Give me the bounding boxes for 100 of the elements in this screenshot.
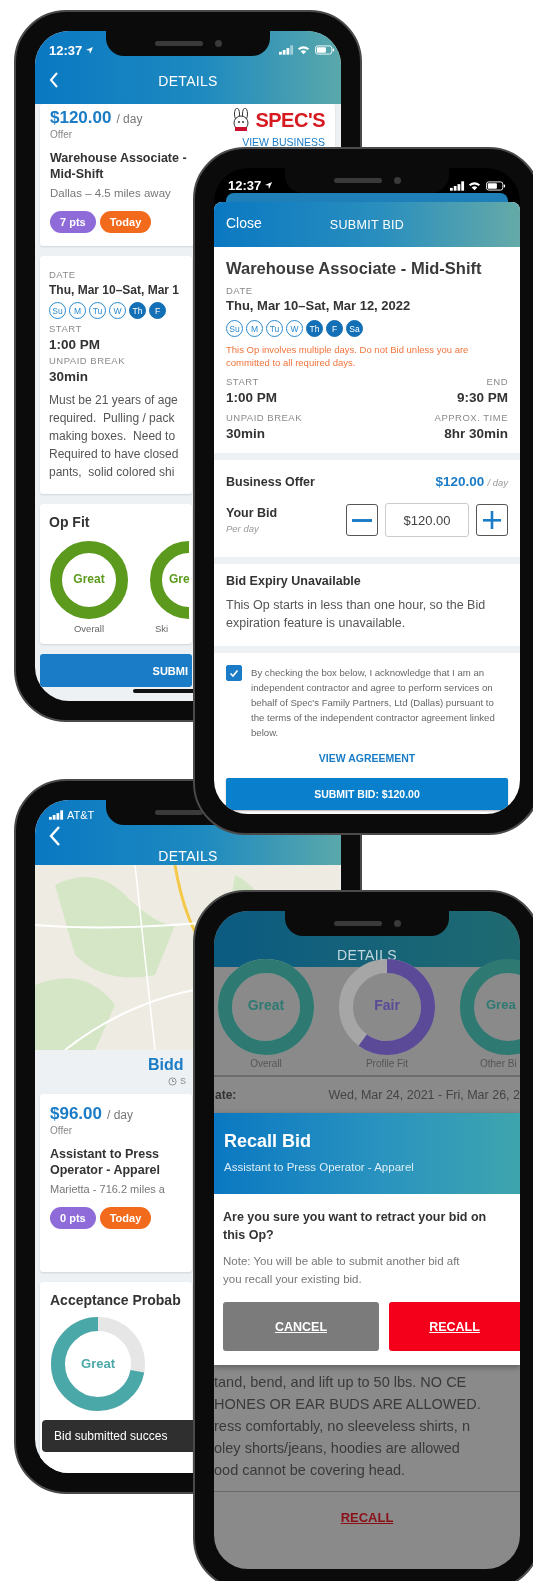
view-business-link[interactable]: VIEW BUSINESS [242, 136, 325, 148]
weekday-indicator: M [69, 302, 86, 319]
status-time: 12:37 [228, 178, 262, 193]
rating-text: Fair [373, 997, 401, 1013]
view-agreement-link[interactable]: VIEW AGREEMENT [226, 752, 508, 764]
rating-text: Great [246, 997, 286, 1013]
increase-button[interactable] [476, 504, 508, 536]
weekday-indicator: Th [129, 302, 146, 319]
weekday-indicator: Th [306, 320, 323, 337]
recall-link[interactable]: RECALL [340, 1509, 394, 1525]
description-line: tand, bend, and lift up to 50 lbs. NO CE [214, 1373, 468, 1392]
tag: 0 pts [50, 1207, 96, 1229]
section-title: Bid Expiry Unavailable [226, 574, 362, 588]
start-time: 1:00 PM [226, 390, 278, 405]
agreement-text: By checking the box below, I acknowledge that I am an independent contractor and agree to perform services on behalf of Spec's Family Partners, Ltd (Dallas) pursuant to the terms of the independent contractor agreement linked below. [251, 666, 496, 740]
description-line: HONES OR EAR BUDS ARE ALLOWED. [214, 1395, 482, 1414]
job-title: Warehouse Associate - Mid-Shift [50, 150, 188, 182]
date-range: Wed, Mar 24, 2021 - Fri, Mar 26, 2 [328, 1088, 520, 1102]
warning-text: This Op involves multiple days. Do not Bid unless you are committed to all required days. [226, 343, 470, 369]
break-duration: 30min [49, 369, 90, 384]
battery-icon [486, 180, 506, 191]
section-title: Acceptance Probab [50, 1292, 182, 1308]
description-line: oley shorts/jeans, hoodies are allowed [214, 1439, 461, 1458]
dialog-subtitle: Assistant to Press Operator - Apparel [224, 1161, 415, 1173]
start-label: START [49, 323, 83, 334]
back-icon[interactable] [49, 72, 59, 88]
offer-price: $120.00 [50, 108, 112, 128]
submit-button[interactable]: SUBMI [40, 654, 192, 687]
start-label: START [226, 376, 259, 387]
back-icon[interactable] [49, 826, 61, 846]
bid-input[interactable]: $120.00 [385, 503, 469, 537]
description-line: Required to have closed [49, 446, 180, 463]
close-button[interactable]: Close [226, 215, 262, 231]
rating-text: Great [80, 1356, 116, 1371]
weekday-indicator: F [149, 302, 166, 319]
weekday-indicator: W [286, 320, 303, 337]
offer-label: Business Offer [226, 474, 315, 489]
expiry-message: This Op starts in less than one hour, so the Bid expiration feature is unavailable. [226, 597, 487, 632]
end-label: END [486, 376, 508, 387]
start-time: 1:00 PM [49, 337, 102, 352]
signal-icon [279, 45, 294, 55]
offer-label: Offer [50, 1125, 74, 1136]
clock-icon [168, 1076, 177, 1086]
decrease-button[interactable] [346, 504, 378, 536]
offer-label: Offer [50, 129, 74, 140]
weekday-indicator: Su [226, 320, 243, 337]
carrier-name: AT&T [67, 809, 95, 821]
date-label: DATE [226, 285, 254, 296]
dialog-note: Note: You will be able to submit another bid aft [223, 1254, 461, 1269]
bid-unit: Per day [226, 523, 260, 534]
break-label: UNPAID BREAK [226, 412, 303, 423]
wifi-icon [468, 180, 481, 191]
end-time: 9:30 PM [456, 390, 508, 405]
offer-price: $96.00 [50, 1104, 102, 1124]
dialog-question: Are you sure you want to retract your bid on this Op? [223, 1209, 488, 1244]
status-note: S [180, 1076, 186, 1086]
agreement-checkbox[interactable] [226, 665, 242, 681]
weekday-indicator: M [246, 320, 263, 337]
job-title: Warehouse Associate - Mid-Shift [226, 259, 483, 278]
job-location: Marietta - 716.2 miles a [50, 1183, 166, 1195]
signal-icon [450, 180, 465, 191]
weekday-indicator: Su [49, 302, 66, 319]
checkmark-icon [228, 667, 240, 679]
weekday-indicator: F [326, 320, 343, 337]
ring-label: Overall [73, 623, 105, 634]
total-duration: 8hr 30min [444, 426, 508, 441]
weekday-indicator: W [109, 302, 126, 319]
date-range: Thu, Mar 10–Sat, Mar 1 [49, 283, 181, 297]
price-unit: / day [116, 112, 143, 126]
screen-title: DETAILS [158, 73, 218, 89]
plus-icon [482, 510, 502, 530]
job-location: Dallas – 4.5 miles away [50, 187, 172, 199]
description-line: required. Pulling / pack [49, 410, 176, 427]
cancel-button[interactable]: CANCEL [223, 1302, 379, 1351]
screen-title: DETAILS [336, 947, 398, 963]
date-range: Thu, Mar 10–Sat, Mar 12, 2022 [226, 298, 412, 313]
tag: Today [99, 211, 152, 233]
description-line: making boxes. Need to [49, 428, 177, 445]
recall-button[interactable]: RECALL [389, 1302, 520, 1351]
wifi-icon [297, 45, 310, 55]
rating-text: Gre [169, 572, 189, 586]
status-time: 12:37 [49, 42, 83, 58]
date-label: DATE [49, 269, 77, 280]
break-label: UNPAID BREAK [49, 355, 127, 366]
business-logo: SPEC'S [255, 108, 325, 132]
date-label: ate: [215, 1088, 237, 1102]
dialog-title: Recall Bid [224, 1131, 313, 1152]
submit-button[interactable]: SUBMIT BID: $120.00 [226, 778, 508, 810]
description-line: ress comfortably, no sleeveless shirts, n [214, 1417, 471, 1436]
ring-label: Ski [155, 623, 169, 634]
weekday-indicator: Tu [89, 302, 106, 319]
location-arrow-icon [264, 181, 274, 190]
description-line: pants, solid colored shi [49, 464, 176, 481]
signal-icon [49, 810, 64, 820]
dialog-note: you recall your existing bid. [223, 1272, 363, 1287]
break-duration: 30min [226, 426, 266, 441]
weekday-indicator: Tu [266, 320, 283, 337]
bid-label: Your Bid [226, 506, 278, 520]
duration-label: APPROX. TIME [434, 412, 508, 423]
battery-icon [315, 45, 335, 55]
